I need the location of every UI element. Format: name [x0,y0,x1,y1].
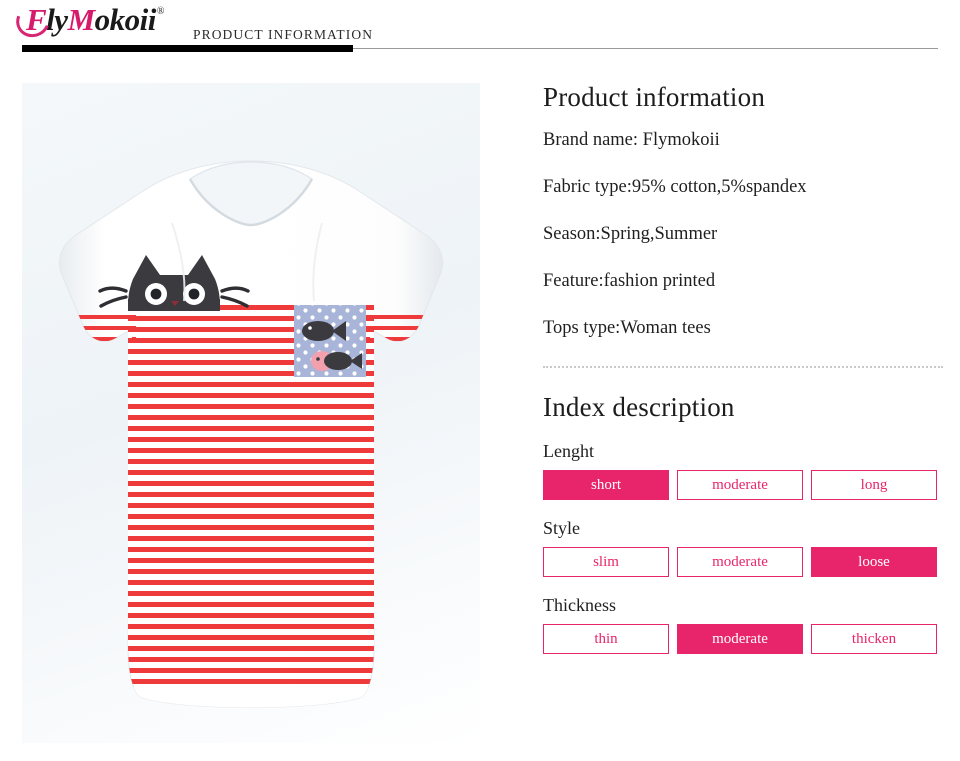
registered-trademark-icon: ® [156,6,165,17]
product-information-heading: Product information [543,82,766,112]
chip-lenght-long[interactable]: long [811,470,937,501]
spec-fabric-type: Fabric type:95% cotton,5%spandex [543,177,807,198]
brand-logo: Fly Mokoii ® [10,0,165,43]
page-header: Fly Mokoii ® PRODUCT INFORMATION [0,0,960,56]
fish-pocket-icon [294,305,366,377]
index-group-thickness: Thickness thin moderate thicken [543,595,943,655]
product-photo-tshirt [58,160,444,708]
chip-row-style: slim moderate loose [543,547,943,578]
spec-tops-type: Tops type:Woman tees [543,318,711,339]
chip-row-thickness: thin moderate thicken [543,624,943,655]
chip-style-slim[interactable]: slim [543,547,669,578]
spec-brand-name: Brand name: Flymokoii [543,130,720,151]
chip-lenght-moderate[interactable]: moderate [677,470,803,501]
chip-style-loose[interactable]: loose [811,547,937,578]
spec-feature: Feature:fashion printed [543,271,716,292]
chip-lenght-short[interactable]: short [543,470,669,501]
spec-season: Season:Spring,Summer [543,224,718,245]
chip-thickness-moderate[interactable]: moderate [677,624,803,655]
product-spec-list: Brand name: Flymokoii Fabric type:95% co… [543,131,943,338]
index-group-lenght: Lenght short moderate long [543,441,943,501]
chip-thickness-thicken[interactable]: thicken [811,624,937,655]
group-label-style: Style [543,518,581,539]
chip-thickness-thin[interactable]: thin [543,624,669,655]
index-description-heading: Index description [543,392,735,423]
product-info-column: Product information Brand name: Flymokoi… [543,82,943,655]
header-rule-thin [353,48,938,49]
header-rule-thick [22,45,353,52]
group-label-lenght: Lenght [543,441,594,462]
product-information-page: Fly Mokoii ® PRODUCT INFORMATION Product… [0,0,960,761]
index-group-style: Style slim moderate loose [543,518,943,578]
page-title: PRODUCT INFORMATION [193,27,374,42]
logo-letters-okoii: okoii [94,2,157,37]
chip-style-moderate[interactable]: moderate [677,547,803,578]
product-image-panel [22,83,480,743]
logo-letter-m: M [67,2,96,37]
group-label-thickness: Thickness [543,595,616,616]
section-divider [543,366,943,369]
chip-row-lenght: short moderate long [543,470,943,501]
